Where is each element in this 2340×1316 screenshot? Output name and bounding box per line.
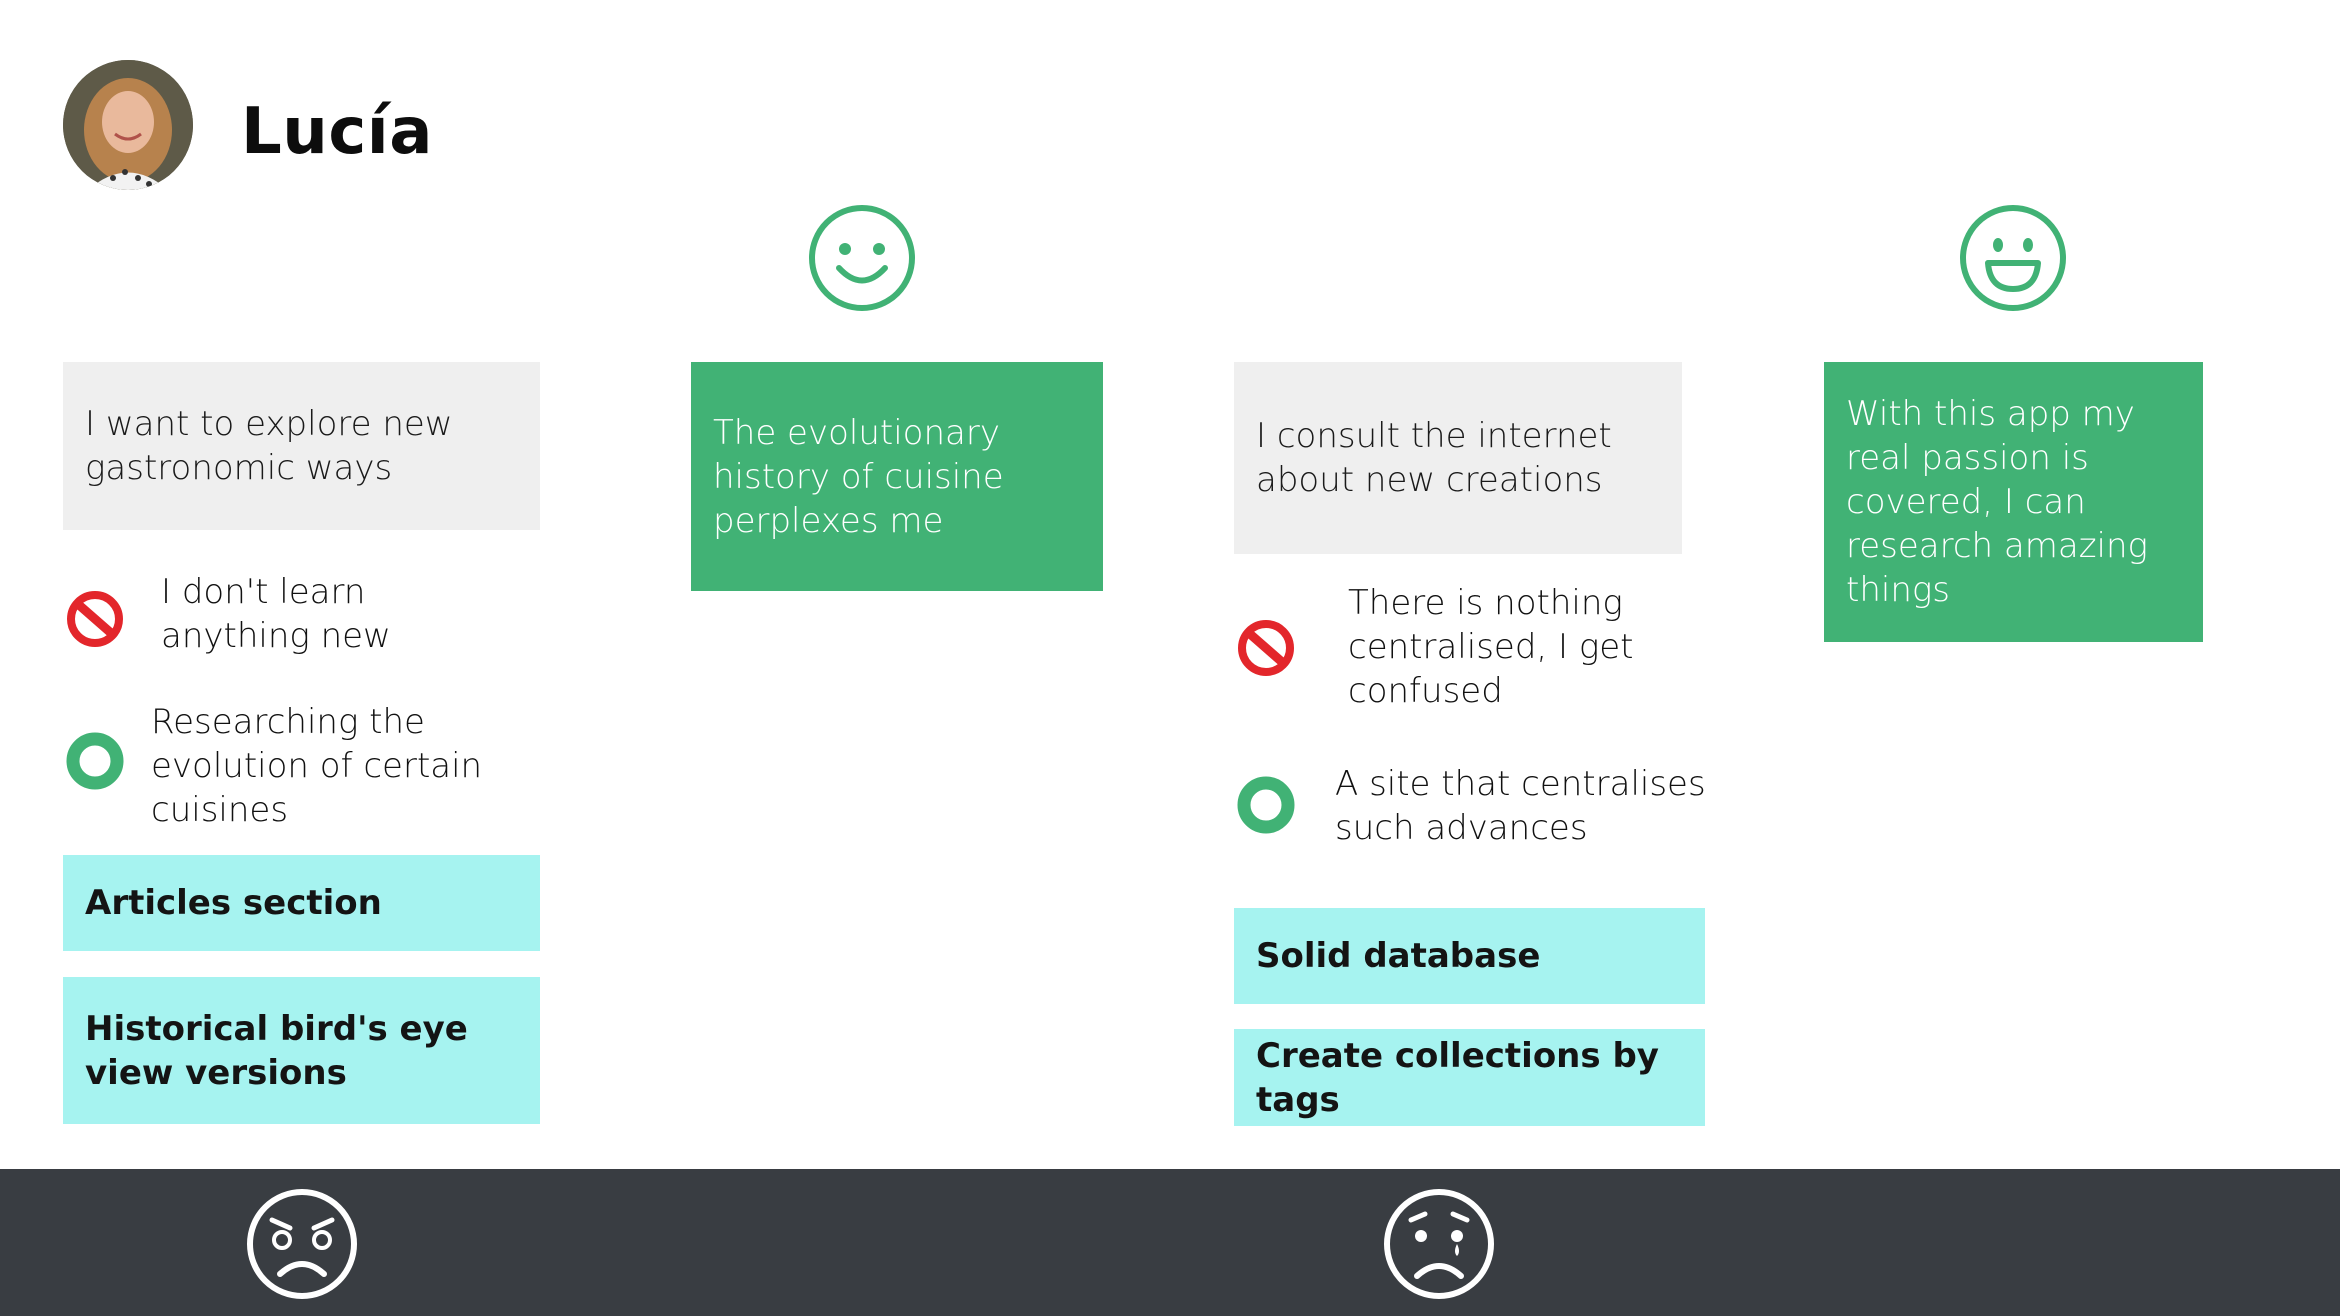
ring-icon — [1237, 776, 1295, 834]
persona-avatar — [63, 60, 193, 190]
need-card-1: I want to explore new gastronomic ways — [63, 362, 540, 530]
need-text: I consult the internet about new creatio… — [1256, 416, 1612, 500]
feature-label: Create collections by tags — [1256, 1035, 1659, 1120]
user-photo-avatar — [63, 60, 193, 190]
opportunity-text: A site that centralises such advances — [1335, 764, 1706, 848]
feature-label: Historical bird's eye view versions — [85, 1008, 468, 1093]
feature-card: Solid database — [1234, 908, 1705, 1004]
need-text: I want to explore new gastronomic ways — [85, 404, 453, 488]
feature-label: Solid database — [1256, 936, 1541, 976]
ring-icon — [66, 732, 124, 790]
grinning-face-icon — [1960, 205, 2066, 311]
prohibited-icon — [67, 591, 123, 647]
feature-card: Articles section — [63, 855, 540, 951]
feature-card: Historical bird's eye view versions — [63, 977, 540, 1124]
thought-card-4: With this app my real passion is covered… — [1824, 362, 2203, 642]
smiling-face-icon — [809, 205, 915, 311]
feature-card: Create collections by tags — [1234, 1029, 1705, 1126]
prohibited-icon — [1238, 620, 1294, 676]
persona-name: Lucía — [241, 95, 433, 169]
crying-face-icon — [1384, 1189, 1494, 1299]
feature-label: Articles section — [85, 883, 382, 923]
opportunity-text: Researching the evolution of certain cui… — [151, 702, 483, 830]
thought-card-2: The evolutionary history of cuisine perp… — [691, 362, 1103, 591]
thought-text: The evolutionary history of cuisine perp… — [713, 412, 1004, 541]
pain-text: I don't learn anything new — [161, 572, 391, 656]
angry-face-icon — [247, 1189, 357, 1299]
pain-text: There is nothing centralised, I get conf… — [1348, 583, 1634, 711]
thought-text: With this app my real passion is covered… — [1846, 394, 2148, 610]
need-card-3: I consult the internet about new creatio… — [1234, 362, 1682, 554]
